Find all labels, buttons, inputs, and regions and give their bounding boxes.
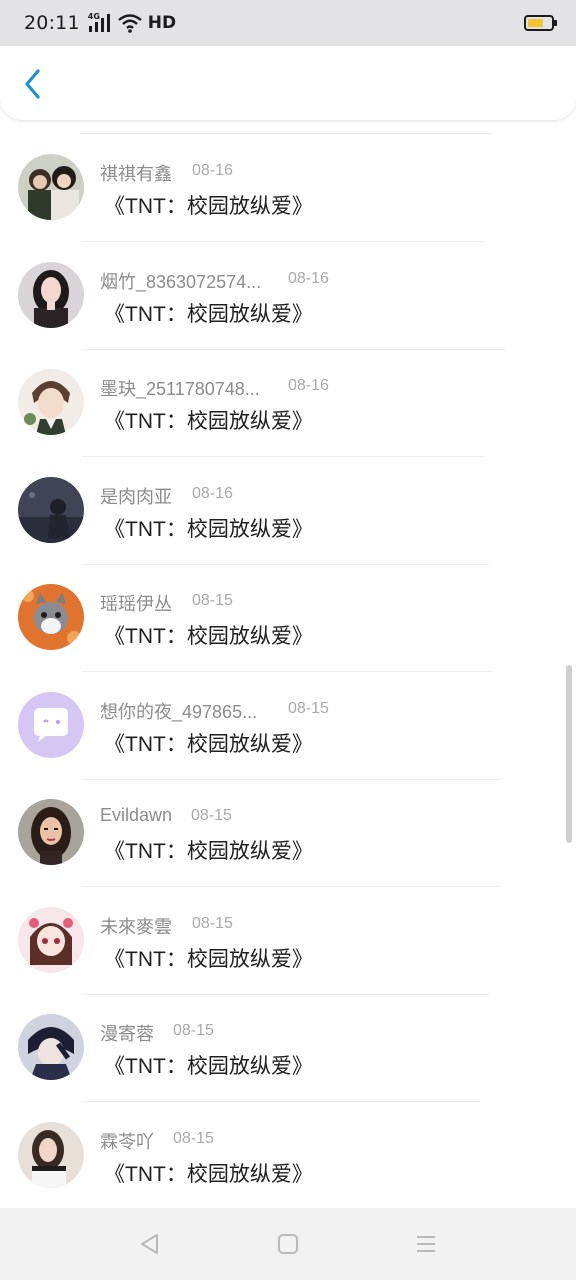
avatar-image <box>18 584 84 650</box>
row-divider <box>82 671 492 672</box>
date-label: 08-16 <box>288 377 329 394</box>
row-divider <box>82 1101 480 1102</box>
user-name[interactable]: 烟竹_8363072574... <box>100 268 261 294</box>
user-name[interactable]: 墨玦_2511780748... <box>100 375 260 401</box>
avatar[interactable] <box>18 262 84 328</box>
back-button[interactable] <box>14 64 50 104</box>
avatar[interactable] <box>18 799 84 865</box>
list-item[interactable]: 墨玦_2511780748... 08-16 《TNT：校园放纵爱》 <box>0 363 560 470</box>
book-title[interactable]: 《TNT：校园放纵爱》 <box>104 835 313 865</box>
date-label: 08-15 <box>288 700 329 717</box>
list-item[interactable]: 瑶瑶伊丛 08-15 《TNT：校园放纵爱》 <box>0 578 560 685</box>
row-divider <box>82 349 506 350</box>
row-divider <box>82 241 484 242</box>
list-item[interactable]: 未來麥雲 08-15 《TNT：校园放纵爱》 <box>0 901 560 1008</box>
date-label: 08-15 <box>192 915 233 932</box>
status-time: 20:11 <box>24 12 80 34</box>
avatar-image <box>18 262 84 328</box>
avatar[interactable] <box>18 369 84 435</box>
user-name[interactable]: 祺祺有鑫 <box>100 160 172 186</box>
avatar[interactable] <box>18 1122 84 1188</box>
date-label: 08-16 <box>192 162 233 179</box>
row-divider <box>82 456 484 457</box>
avatar-image <box>18 907 84 973</box>
user-name[interactable]: 瑶瑶伊丛 <box>100 590 172 616</box>
avatar[interactable] <box>18 154 84 220</box>
avatar[interactable] <box>18 477 84 543</box>
square-home-icon <box>278 1234 298 1254</box>
system-nav-bar <box>0 1208 576 1280</box>
book-title[interactable]: 《TNT：校园放纵爱》 <box>104 513 313 543</box>
book-title[interactable]: 《TNT：校园放纵爱》 <box>104 728 313 758</box>
book-title[interactable]: 《TNT：校园放纵爱》 <box>104 190 313 220</box>
avatar-image <box>18 799 84 865</box>
row-divider <box>82 564 490 565</box>
user-name[interactable]: 漫寄蓉 <box>100 1020 154 1046</box>
book-title[interactable]: 《TNT：校园放纵爱》 <box>104 1158 313 1188</box>
nav-home-button[interactable] <box>274 1230 302 1258</box>
nav-back-button[interactable] <box>136 1230 164 1258</box>
row-divider <box>82 779 500 780</box>
battery-fill <box>528 19 544 27</box>
list-item[interactable]: 漫寄蓉 08-15 《TNT：校园放纵爱》 <box>0 1008 560 1115</box>
status-bar: 20:11 4G HD <box>0 0 576 46</box>
date-label: 08-15 <box>192 592 233 609</box>
avatar[interactable] <box>18 692 84 758</box>
book-title[interactable]: 《TNT：校园放纵爱》 <box>104 405 313 435</box>
avatar-image <box>18 1122 84 1188</box>
hd-label: HD <box>147 13 177 33</box>
date-label: 08-15 <box>191 807 232 824</box>
list-item[interactable]: 是肉肉亚 08-16 《TNT：校园放纵爱》 <box>0 471 560 578</box>
book-title[interactable]: 《TNT：校园放纵爱》 <box>104 1050 313 1080</box>
avatar[interactable] <box>18 907 84 973</box>
list-item[interactable]: Evildawn 08-15 《TNT：校园放纵爱》 <box>0 793 560 900</box>
avatar-image <box>18 369 84 435</box>
book-title[interactable]: 《TNT：校园放纵爱》 <box>104 620 313 650</box>
battery-icon <box>524 15 557 31</box>
date-label: 08-15 <box>173 1022 214 1039</box>
date-label: 08-16 <box>288 270 329 287</box>
menu-lines-icon <box>417 1236 435 1252</box>
reader-list: 祺祺有鑫 08-16 《TNT：校园放纵爱》 烟竹_8363072574... 08-1… <box>0 120 576 1208</box>
nav-menu-button[interactable] <box>412 1230 440 1258</box>
screen: 20:11 4G HD 祺祺有鑫 08-16 《TNT：校园放纵爱》 烟竹_83… <box>0 0 576 1280</box>
avatar-image <box>18 692 84 758</box>
avatar-image <box>18 154 84 220</box>
wifi-icon <box>118 14 142 33</box>
avatar[interactable] <box>18 1014 84 1080</box>
status-icons: 4G HD <box>87 12 177 34</box>
user-name[interactable]: 想你的夜_497865... <box>100 698 257 724</box>
top-header <box>0 46 576 120</box>
scrollbar[interactable] <box>566 665 572 843</box>
avatar[interactable] <box>18 584 84 650</box>
network-type-label: 4G <box>87 12 100 21</box>
avatar-image <box>18 477 84 543</box>
list-item[interactable]: 祺祺有鑫 08-16 《TNT：校园放纵爱》 <box>0 148 560 255</box>
user-name[interactable]: Evildawn <box>100 805 172 826</box>
book-title[interactable]: 《TNT：校园放纵爱》 <box>104 298 313 328</box>
date-label: 08-16 <box>192 485 233 502</box>
user-name[interactable]: 是肉肉亚 <box>100 483 172 509</box>
row-divider <box>82 994 490 995</box>
user-name[interactable]: 未來麥雲 <box>100 913 172 939</box>
list-item[interactable]: 霖苓吖 08-15 《TNT：校园放纵爱》 <box>0 1116 560 1208</box>
user-name[interactable]: 霖苓吖 <box>100 1128 154 1154</box>
chevron-left-icon <box>25 69 40 99</box>
list-item[interactable]: 想你的夜_497865... 08-15 《TNT：校园放纵爱》 <box>0 686 560 793</box>
row-divider <box>82 886 500 887</box>
cellular-signal-icon: 4G <box>87 12 114 32</box>
book-title[interactable]: 《TNT：校园放纵爱》 <box>104 943 313 973</box>
avatar-image <box>18 1014 84 1080</box>
triangle-back-icon <box>141 1234 158 1254</box>
list-item[interactable]: 烟竹_8363072574... 08-16 《TNT：校园放纵爱》 <box>0 256 560 363</box>
date-label: 08-15 <box>173 1130 214 1147</box>
